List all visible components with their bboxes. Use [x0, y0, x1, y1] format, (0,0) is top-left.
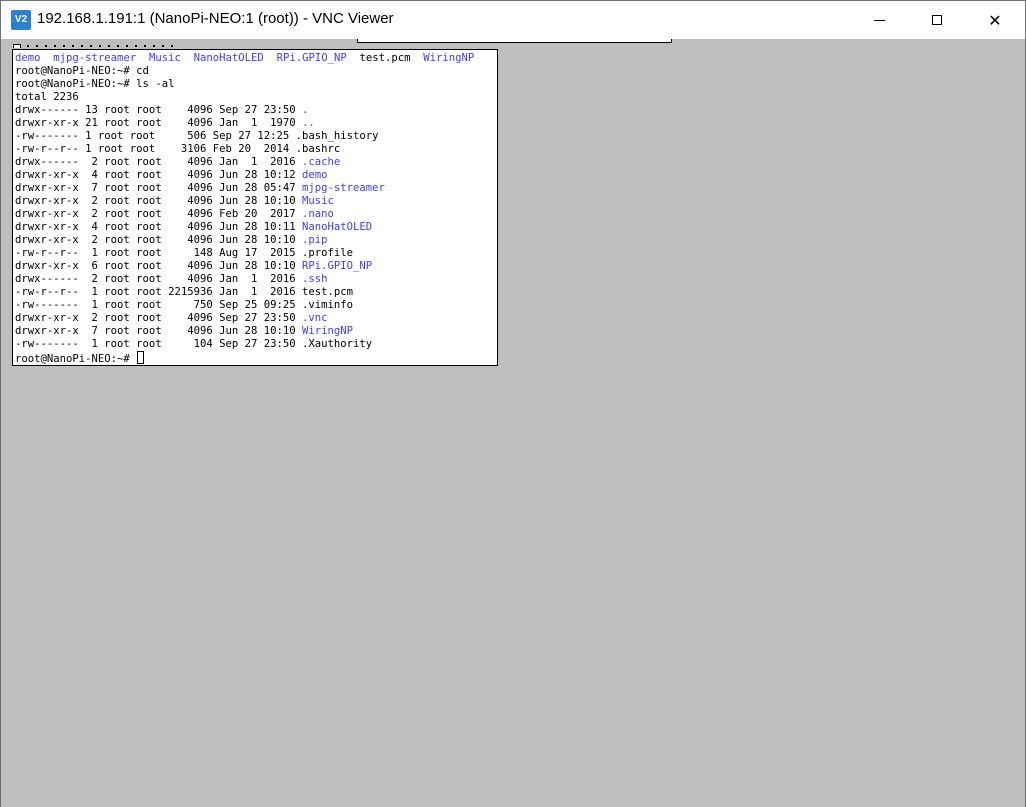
terminal-line: -rw------- 1 root root 506 Sep 27 12:25 …	[15, 130, 474, 143]
terminal-text: -rw------- 1 root root 104 Sep 27 23:50 …	[15, 338, 373, 350]
directory-name: RPi.GPIO_NP	[276, 52, 347, 64]
terminal-text: root@NanoPi-NEO:~#	[15, 353, 137, 365]
directory-name: .	[302, 104, 309, 116]
terminal-line: drwx------ 13 root root 4096 Sep 27 23:5…	[15, 104, 474, 117]
terminal-text: root@NanoPi-NEO:~# cd	[15, 65, 149, 77]
directory-name: NanoHatOLED	[302, 221, 373, 233]
minimize-button[interactable]	[850, 1, 908, 39]
directory-name: RPi.GPIO_NP	[302, 260, 373, 272]
directory-name: mjpg-streamer	[302, 182, 385, 194]
terminal-text: test.pcm	[346, 52, 424, 64]
directory-name: Music	[302, 195, 334, 207]
terminal-text: -rw-r--r-- 1 root root 3106 Feb 20 2014 …	[15, 143, 341, 155]
terminal-line: root@NanoPi-NEO:~#	[15, 351, 474, 365]
terminal-line: drwxr-xr-x 2 root root 4096 Feb 20 2017 …	[15, 208, 474, 221]
vnc-viewer-window: V2 192.168.1.191:1 (NanoPi-NEO:1 (root))…	[0, 0, 1026, 807]
terminal-line: drwxr-xr-x 4 root root 4096 Jun 28 10:12…	[15, 169, 474, 182]
terminal-line: -rw------- 1 root root 104 Sep 27 23:50 …	[15, 338, 474, 351]
directory-name: demo	[302, 169, 328, 181]
directory-name: mjpg-streamer	[53, 52, 137, 64]
maximize-button[interactable]	[908, 1, 966, 39]
terminal-text: drwxr-xr-x 2 root root 4096 Sep 27 23:50	[15, 312, 303, 324]
terminal-line: -rw-r--r-- 1 root root 3106 Feb 20 2014 …	[15, 143, 474, 156]
minimize-icon	[873, 19, 885, 21]
background-window-icon	[13, 44, 21, 48]
directory-name: .pip	[302, 234, 328, 246]
title-bar[interactable]: V2 192.168.1.191:1 (NanoPi-NEO:1 (root))…	[1, 1, 1025, 39]
terminal-text: drwx------ 2 root root 4096 Jan 1 2016	[15, 273, 303, 285]
terminal-line: drwxr-xr-x 21 root root 4096 Jan 1 1970 …	[15, 117, 474, 130]
terminal-text: -rw------- 1 root root 506 Sep 27 12:25 …	[15, 130, 379, 142]
directory-name: .cache	[302, 156, 341, 168]
terminal-output: demo mjpg-streamer Music NanoHatOLED RPi…	[15, 52, 474, 365]
terminal-text: drwxr-xr-x 6 root root 4096 Jun 28 10:10	[15, 260, 303, 272]
terminal-text: -rw------- 1 root root 750 Sep 25 09:25 …	[15, 299, 354, 311]
terminal-cursor	[137, 351, 145, 364]
terminal-text: drwxr-xr-x 7 root root 4096 Jun 28 05:47	[15, 182, 303, 194]
directory-name: demo	[15, 52, 41, 64]
directory-name: Music	[148, 52, 181, 64]
terminal-text: root@NanoPi-NEO:~# ls -al	[15, 78, 175, 90]
directory-name: .nano	[302, 208, 334, 220]
terminal-line: drwxr-xr-x 2 root root 4096 Jun 28 10:10…	[15, 195, 474, 208]
terminal-text: drwxr-xr-x 4 root root 4096 Jun 28 10:11	[15, 221, 303, 233]
background-window-edge	[357, 39, 672, 43]
remote-desktop[interactable]: demo mjpg-streamer Music NanoHatOLED RPi…	[1, 39, 1025, 807]
directory-name: .vnc	[302, 312, 328, 324]
directory-name: .ssh	[302, 273, 328, 285]
terminal-text: drwx------ 2 root root 4096 Jan 1 2016	[15, 156, 303, 168]
terminal-line: drwxr-xr-x 7 root root 4096 Jun 28 10:10…	[15, 325, 474, 338]
terminal-window[interactable]: demo mjpg-streamer Music NanoHatOLED RPi…	[12, 49, 498, 366]
background-window-titlebar	[13, 43, 183, 48]
terminal-text: drwxr-xr-x 21 root root 4096 Jan 1 1970	[15, 117, 303, 129]
terminal-line: root@NanoPi-NEO:~# ls -al	[15, 78, 474, 91]
terminal-text: total 2236	[15, 91, 79, 103]
terminal-line: -rw-r--r-- 1 root root 2215936 Jan 1 201…	[15, 286, 474, 299]
terminal-line: demo mjpg-streamer Music NanoHatOLED RPi…	[15, 52, 474, 65]
background-window-title-fragment	[27, 45, 177, 47]
terminal-line: total 2236	[15, 91, 474, 104]
vnc-viewer-app-icon[interactable]: V2	[11, 10, 31, 30]
terminal-line: drwxr-xr-x 7 root root 4096 Jun 28 05:47…	[15, 182, 474, 195]
terminal-line: drwxr-xr-x 2 root root 4096 Sep 27 23:50…	[15, 312, 474, 325]
maximize-icon	[932, 15, 942, 25]
directory-name: ..	[302, 117, 315, 129]
terminal-text: -rw-r--r-- 1 root root 2215936 Jan 1 201…	[15, 286, 354, 298]
close-icon: ✕	[988, 10, 1002, 30]
terminal-line: drwxr-xr-x 6 root root 4096 Jun 28 10:10…	[15, 260, 474, 273]
terminal-text: drwx------ 13 root root 4096 Sep 27 23:5…	[15, 104, 303, 116]
directory-name: WiringNP	[302, 325, 354, 337]
terminal-line: drwxr-xr-x 2 root root 4096 Jun 28 10:10…	[15, 234, 474, 247]
terminal-text: drwxr-xr-x 2 root root 4096 Jun 28 10:10	[15, 195, 303, 207]
terminal-line: -rw-r--r-- 1 root root 148 Aug 17 2015 .…	[15, 247, 474, 260]
window-title: 192.168.1.191:1 (NanoPi-NEO:1 (root)) - …	[37, 10, 394, 27]
close-button[interactable]: ✕	[966, 1, 1024, 39]
terminal-text: -rw-r--r-- 1 root root 148 Aug 17 2015 .…	[15, 247, 354, 259]
terminal-line: -rw------- 1 root root 750 Sep 25 09:25 …	[15, 299, 474, 312]
terminal-line: drwxr-xr-x 4 root root 4096 Jun 28 10:11…	[15, 221, 474, 234]
terminal-text: drwxr-xr-x 2 root root 4096 Feb 20 2017	[15, 208, 303, 220]
directory-name: WiringNP	[423, 52, 475, 64]
terminal-line: drwx------ 2 root root 4096 Jan 1 2016 .…	[15, 156, 474, 169]
terminal-text: drwxr-xr-x 2 root root 4096 Jun 28 10:10	[15, 234, 303, 246]
terminal-text: drwxr-xr-x 7 root root 4096 Jun 28 10:10	[15, 325, 303, 337]
terminal-text: drwxr-xr-x 4 root root 4096 Jun 28 10:12	[15, 169, 303, 181]
terminal-line: drwx------ 2 root root 4096 Jan 1 2016 .…	[15, 273, 474, 286]
directory-name: NanoHatOLED	[193, 52, 264, 64]
terminal-line: root@NanoPi-NEO:~# cd	[15, 65, 474, 78]
